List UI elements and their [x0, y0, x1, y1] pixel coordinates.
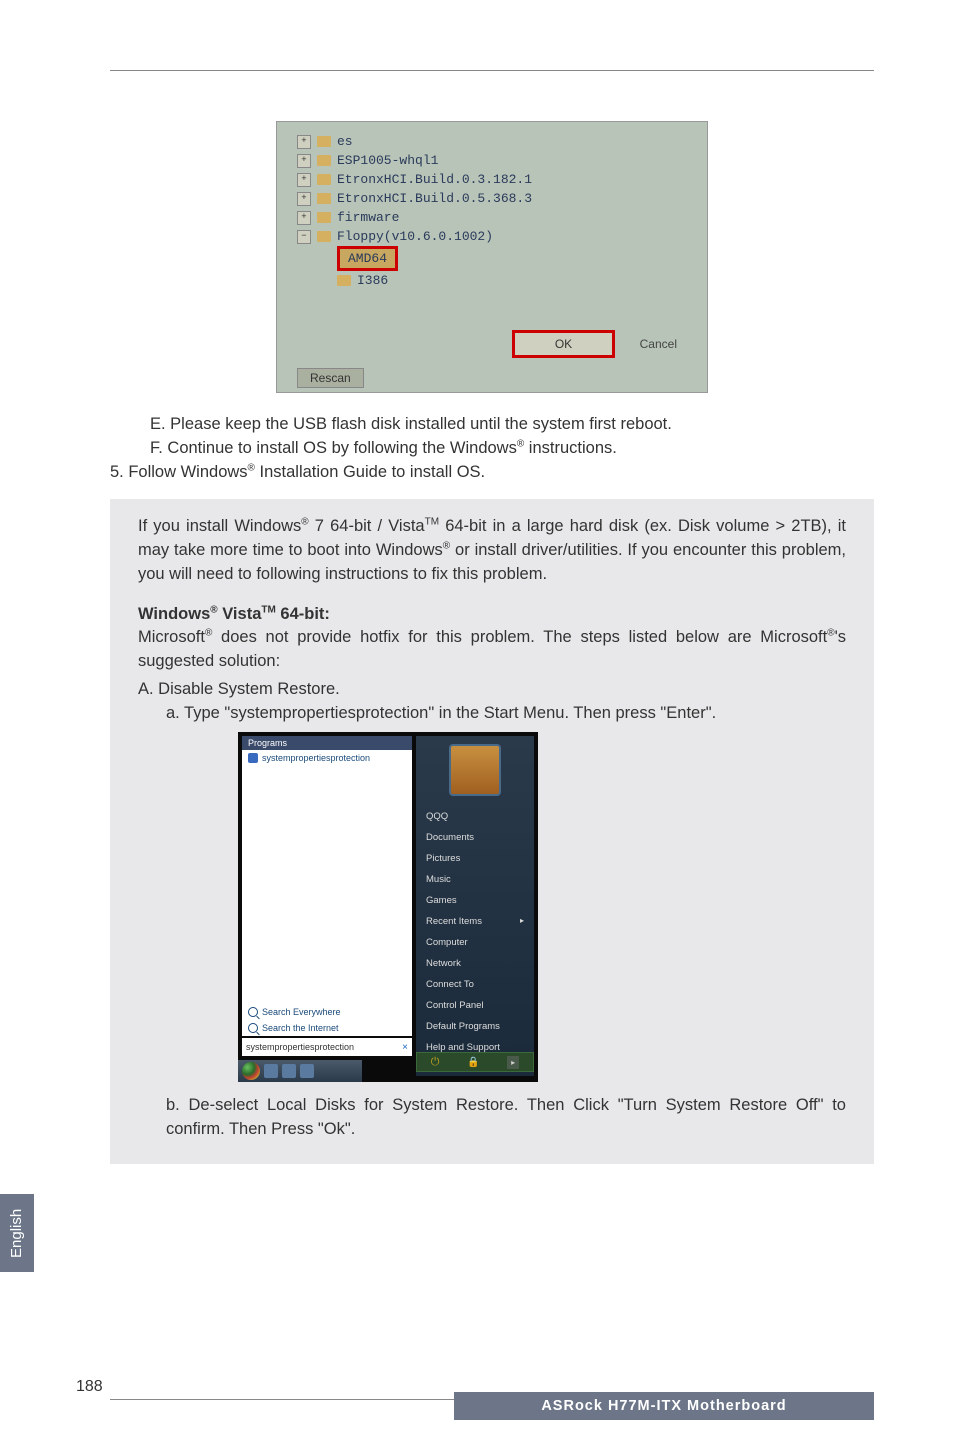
menu-item: Documents: [416, 827, 534, 848]
start-menu-screenshot: Programs systempropertiesprotection Sear…: [238, 732, 538, 1082]
instruction-step-e: E. Please keep the USB flash disk instal…: [110, 413, 874, 437]
folder-tree: +es +ESP1005-whql1 +EtronxHCI.Build.0.3.…: [277, 122, 707, 300]
tree-item: −Floppy(v10.6.0.1002): [297, 227, 687, 246]
menu-item: Connect To: [416, 974, 534, 995]
page-number: 188: [76, 1378, 103, 1396]
menu-item: Recent Items: [416, 911, 534, 932]
menu-item: Pictures: [416, 848, 534, 869]
tree-item: I386: [337, 271, 687, 290]
plus-icon: +: [297, 192, 311, 206]
menu-item: Games: [416, 890, 534, 911]
menu-item: Default Programs: [416, 1016, 534, 1037]
power-row: ⏻ 🔒 ▸: [416, 1052, 534, 1072]
plus-icon: +: [297, 173, 311, 187]
tree-item: +es: [297, 132, 687, 151]
menu-item: Control Panel: [416, 995, 534, 1016]
tree-item: +ESP1005-whql1: [297, 151, 687, 170]
start-menu-right-panel: QQQ Documents Pictures Music Games Recen…: [416, 736, 534, 1076]
app-icon: [248, 753, 258, 763]
arrow-icon: ▸: [507, 1056, 519, 1069]
search-everywhere: Search Everywhere: [242, 1004, 412, 1020]
instruction-step-f: F. Continue to install OS by following t…: [110, 437, 874, 461]
search-box: systempropertiesprotection ×: [242, 1038, 412, 1056]
cancel-button: Cancel: [640, 337, 677, 351]
note-step-b: b. De-select Local Disks for System Rest…: [138, 1094, 846, 1142]
folder-icon: [317, 174, 331, 185]
folder-icon: [317, 193, 331, 204]
clear-icon: ×: [402, 1042, 408, 1053]
search-icon: [248, 1007, 258, 1017]
taskbar-icon: [300, 1064, 314, 1078]
program-item: systempropertiesprotection: [242, 750, 412, 766]
taskbar-icon: [282, 1064, 296, 1078]
instruction-step-5: 5. Follow Windows® Installation Guide to…: [110, 461, 874, 485]
taskbar: [238, 1060, 362, 1082]
note-heading-vista: Windows® VistaTM 64-bit:: [138, 603, 846, 627]
note-paragraph-1: If you install Windows® 7 64-bit / Vista…: [138, 515, 846, 587]
folder-icon: [337, 275, 351, 286]
ok-button-highlight: OK: [512, 330, 615, 358]
note-paragraph-2: Microsoft® does not provide hotfix for t…: [138, 626, 846, 674]
note-step-a: a. Type "systempropertiesprotection" in …: [138, 702, 846, 726]
taskbar-icon: [264, 1064, 278, 1078]
menu-item: Music: [416, 869, 534, 890]
footer-title: ASRock H77M-ITX Motherboard: [454, 1392, 874, 1420]
folder-icon: [317, 136, 331, 147]
note-step-A: A. Disable System Restore.: [138, 678, 846, 702]
power-icon: ⏻: [431, 1056, 440, 1069]
minus-icon: −: [297, 230, 311, 244]
start-menu-left-panel: Programs systempropertiesprotection Sear…: [242, 736, 412, 1036]
menu-item: Network: [416, 953, 534, 974]
search-icon: [248, 1023, 258, 1033]
folder-icon: [317, 155, 331, 166]
tree-item: +EtronxHCI.Build.0.3.182.1: [297, 170, 687, 189]
tree-item: +firmware: [297, 208, 687, 227]
rescan-button: Rescan: [297, 368, 364, 388]
plus-icon: +: [297, 135, 311, 149]
folder-icon: [317, 231, 331, 242]
folder-icon: [317, 212, 331, 223]
tree-item: +EtronxHCI.Build.0.5.368.3: [297, 189, 687, 208]
note-box: If you install Windows® 7 64-bit / Vista…: [110, 499, 874, 1164]
amd64-highlight: AMD64: [337, 246, 398, 271]
plus-icon: +: [297, 211, 311, 225]
start-orb-icon: [242, 1062, 260, 1080]
driver-select-screenshot: +es +ESP1005-whql1 +EtronxHCI.Build.0.3.…: [276, 121, 708, 393]
lock-icon: 🔒: [467, 1057, 479, 1068]
user-name: QQQ: [416, 806, 534, 827]
menu-item: Computer: [416, 932, 534, 953]
search-internet: Search the Internet: [242, 1020, 412, 1036]
user-avatar: [449, 744, 501, 796]
programs-header: Programs: [242, 736, 412, 750]
language-side-tab: English: [0, 1194, 34, 1272]
plus-icon: +: [297, 154, 311, 168]
